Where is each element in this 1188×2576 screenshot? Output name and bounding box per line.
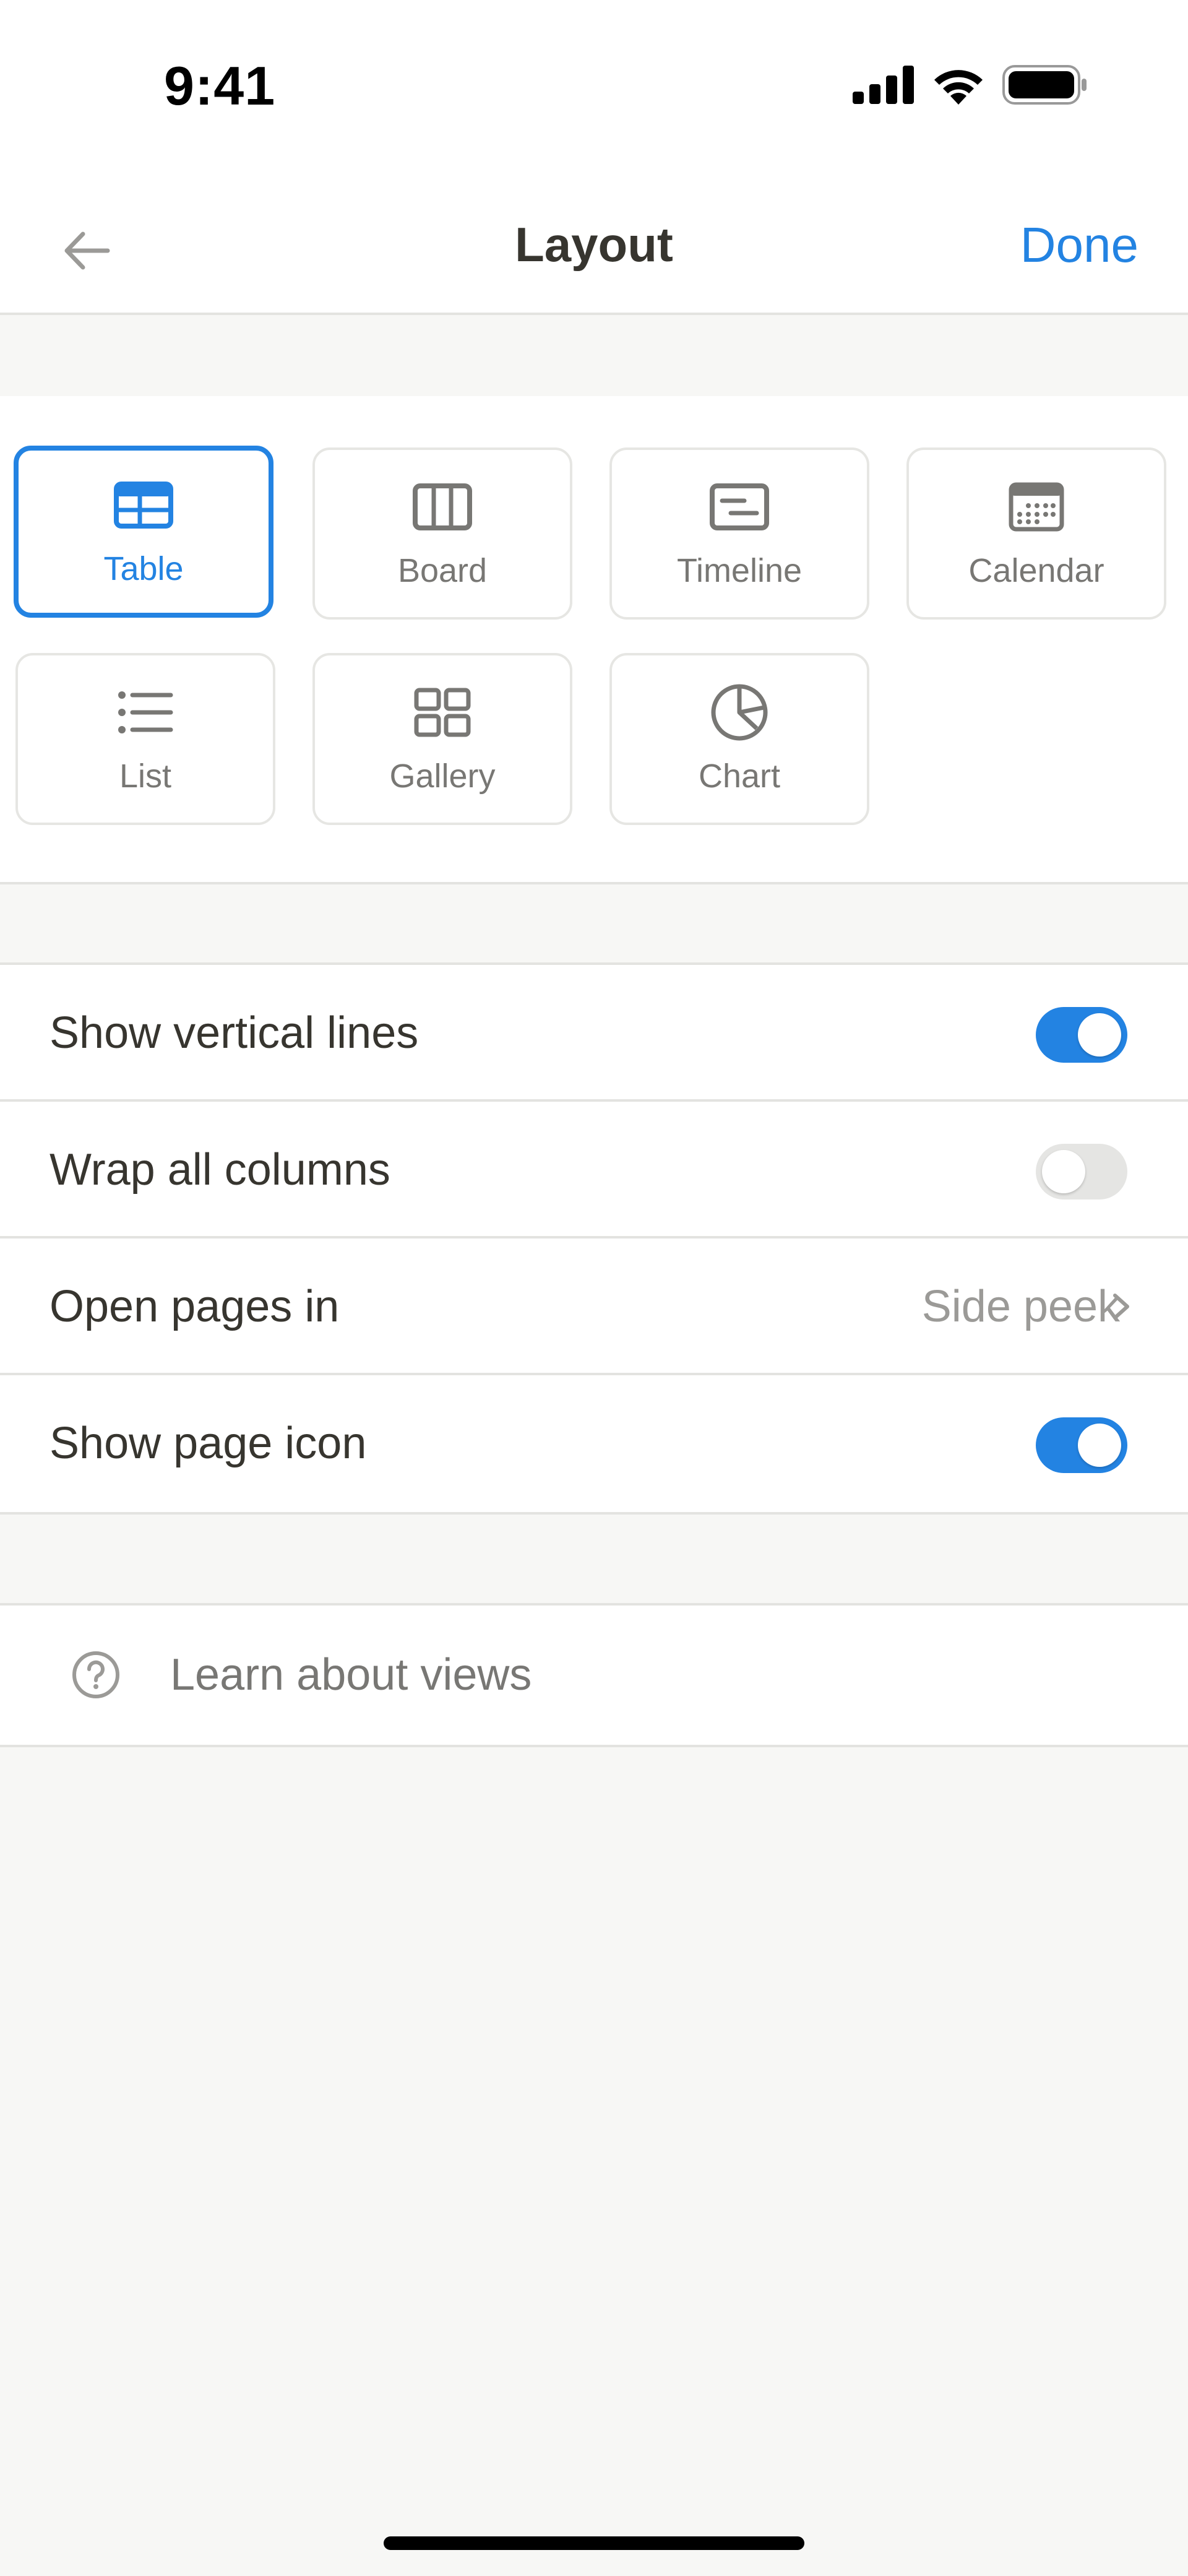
- learn-about-views-link[interactable]: Learn about views: [0, 1603, 1188, 1747]
- page-icon-toggle[interactable]: [1036, 1417, 1127, 1473]
- toggle-knob: [1078, 1013, 1121, 1057]
- cellular-signal-icon: [853, 66, 914, 104]
- layout-option-chart[interactable]: Chart: [609, 653, 869, 825]
- setting-wrap-all-columns[interactable]: Wrap all columns: [0, 1102, 1188, 1238]
- layout-option-label: Table: [103, 550, 184, 587]
- chevron-right-icon: [1113, 1294, 1129, 1320]
- learn-about-views-label: Learn about views: [170, 1650, 532, 1700]
- section-spacer: [0, 328, 1188, 399]
- layout-option-table[interactable]: Table: [14, 446, 273, 618]
- setting-label: Open pages in: [50, 1282, 340, 1331]
- timeline-icon: [710, 483, 769, 530]
- layout-option-label: Timeline: [676, 552, 803, 589]
- layout-option-timeline[interactable]: Timeline: [609, 447, 869, 620]
- gallery-icon: [414, 688, 471, 737]
- setting-show-vertical-lines[interactable]: Show vertical lines: [0, 965, 1188, 1102]
- battery-icon: [1002, 65, 1087, 105]
- layout-option-label: Calendar: [968, 552, 1104, 589]
- board-icon: [413, 483, 472, 530]
- vertical-lines-toggle[interactable]: [1036, 1007, 1127, 1063]
- setting-label: Show page icon: [50, 1419, 367, 1468]
- done-button[interactable]: Done: [1020, 217, 1138, 274]
- layout-option-label: List: [119, 758, 172, 795]
- wrap-columns-toggle[interactable]: [1036, 1144, 1127, 1199]
- home-indicator: [384, 2536, 804, 2550]
- layout-option-board[interactable]: Board: [312, 447, 572, 620]
- layout-option-gallery[interactable]: Gallery: [312, 653, 572, 825]
- table-icon: [114, 482, 173, 529]
- setting-show-page-icon[interactable]: Show page icon: [0, 1375, 1188, 1512]
- page-title: Layout: [515, 217, 673, 272]
- layout-option-label: Chart: [698, 758, 781, 795]
- layout-option-label: Gallery: [389, 758, 496, 795]
- status-time: 9:41: [164, 55, 276, 116]
- question-circle-icon: [72, 1651, 119, 1698]
- navigation-bar: Layout Done: [0, 173, 1188, 315]
- layout-option-list[interactable]: List: [15, 653, 275, 825]
- calendar-icon: [1009, 482, 1064, 532]
- toggle-knob: [1078, 1424, 1121, 1467]
- layout-option-calendar[interactable]: Calendar: [906, 447, 1166, 620]
- layout-picker: Table Board Timeline Calendar List Galle…: [0, 396, 1188, 884]
- setting-open-pages-in[interactable]: Open pages in Side peek: [0, 1238, 1188, 1375]
- chart-icon: [711, 684, 768, 741]
- list-icon: [118, 691, 173, 733]
- layout-option-label: Board: [397, 552, 488, 589]
- status-icons: [853, 65, 1089, 105]
- toggle-knob: [1042, 1150, 1085, 1193]
- setting-label: Show vertical lines: [50, 1008, 419, 1058]
- settings-list: Show vertical lines Wrap all columns Ope…: [0, 962, 1188, 1515]
- setting-label: Wrap all columns: [50, 1145, 390, 1195]
- open-pages-value: Side peek: [921, 1282, 1120, 1331]
- status-bar: 9:41: [0, 0, 1188, 173]
- wifi-icon: [934, 70, 983, 105]
